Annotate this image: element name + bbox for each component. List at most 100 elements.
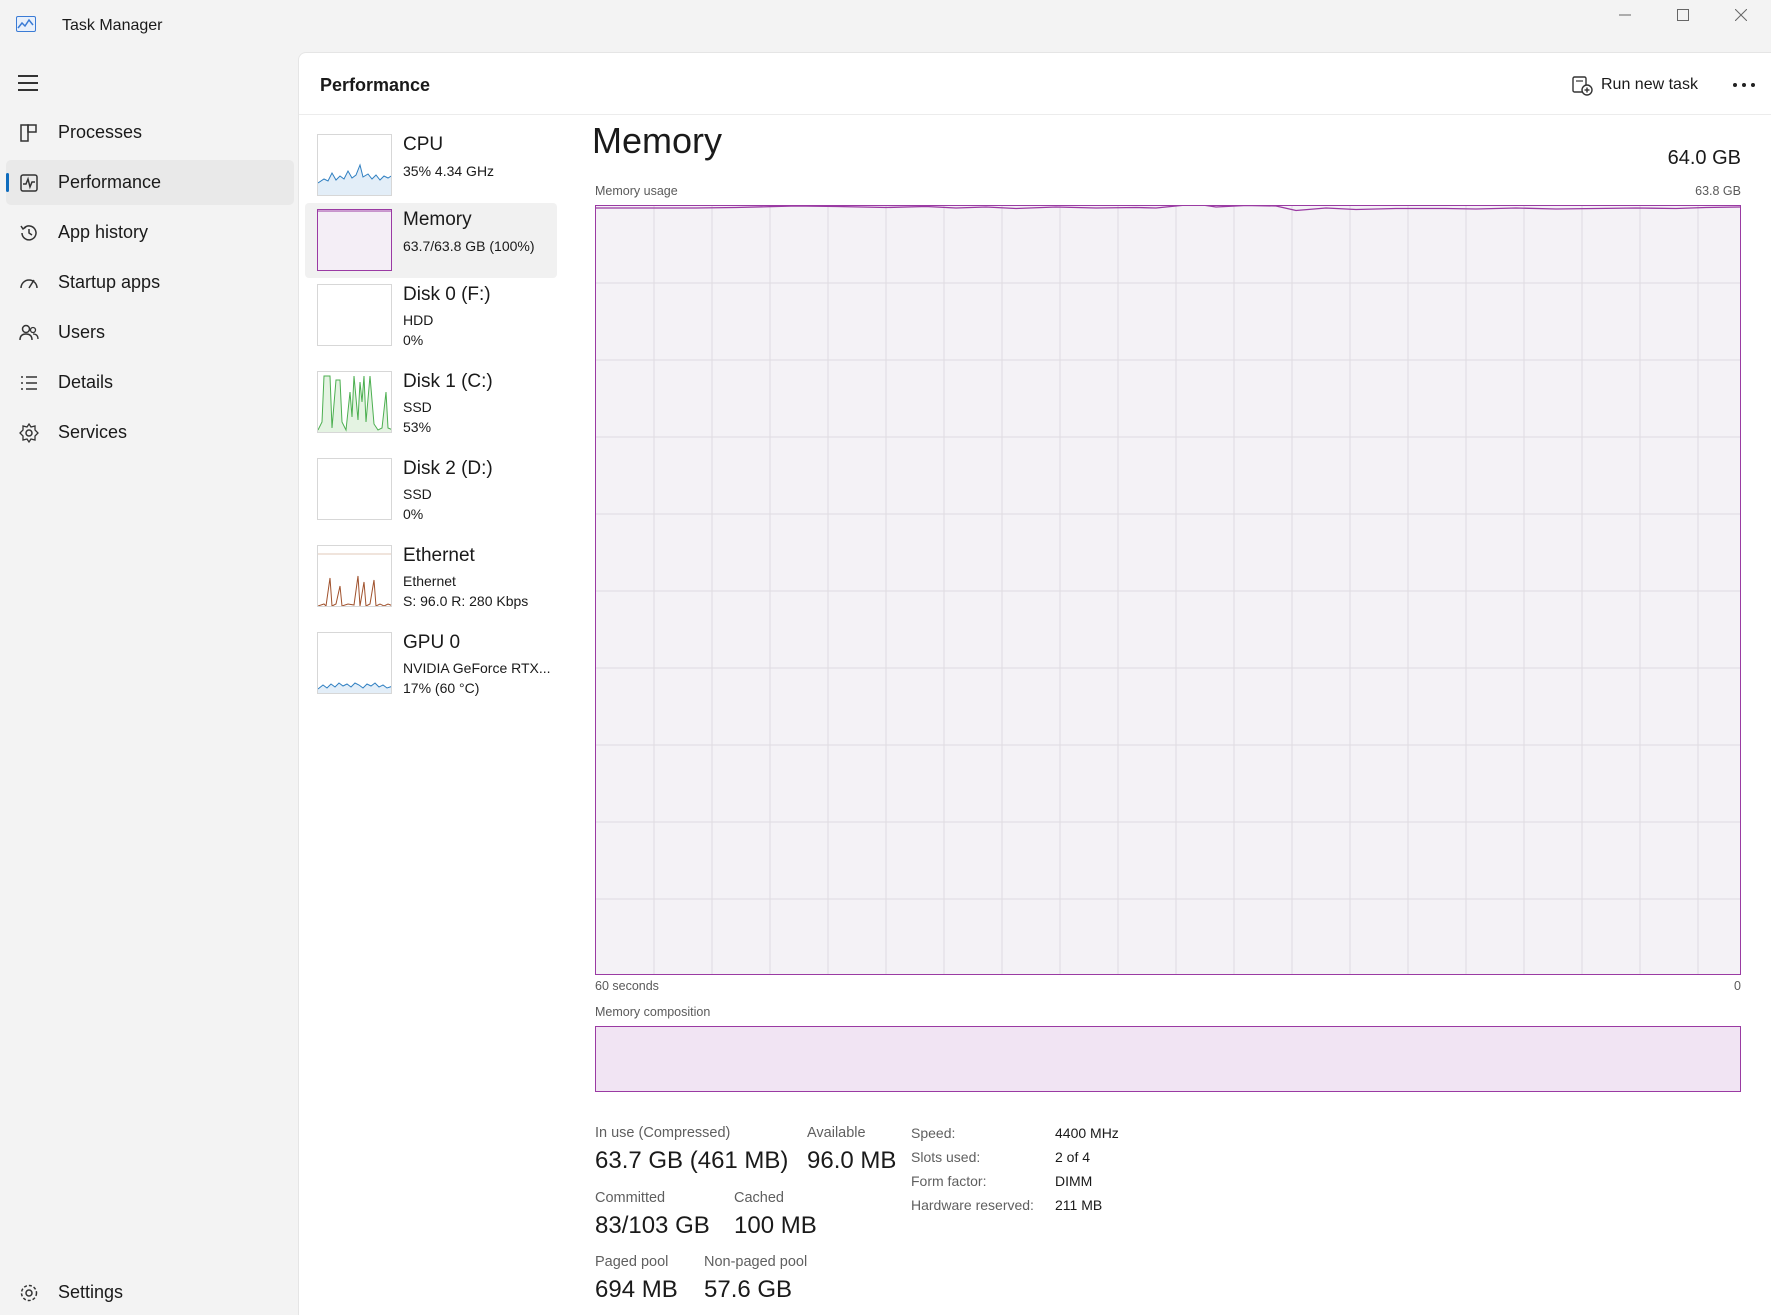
device-memory[interactable]: Memory 63.7/63.8 GB (100%) — [305, 203, 557, 278]
device-name: Disk 1 (C:) — [403, 371, 493, 392]
cached-value: 100 MB — [734, 1212, 817, 1239]
title-bar: Task Manager — [0, 0, 1771, 52]
device-type: SSD — [403, 486, 432, 502]
device-ethernet[interactable]: Ethernet Ethernet S: 96.0 R: 280 Kbps — [305, 539, 557, 614]
users-icon — [19, 324, 39, 341]
memory-thumbnail-graph — [317, 209, 392, 271]
processes-icon — [20, 124, 37, 142]
gpu-0-thumbnail-graph — [317, 632, 392, 694]
device-name: Disk 0 (F:) — [403, 284, 491, 305]
device-detail: 35% 4.34 GHz — [403, 163, 495, 179]
close-button[interactable] — [1712, 0, 1770, 30]
run-new-task-button[interactable]: Run new task — [1571, 70, 1698, 100]
cpu-thumbnail-graph — [317, 134, 392, 196]
startup-apps-icon — [20, 279, 38, 289]
device-name: Ethernet — [403, 545, 475, 566]
paged-pool-label: Paged pool — [595, 1254, 669, 1270]
in-use-label: In use (Compressed) — [595, 1125, 731, 1141]
device-detail: 63.7/63.8 GB (100%) — [403, 238, 535, 254]
device-usage: 53% — [403, 419, 432, 435]
device-model: NVIDIA GeForce RTX... — [403, 660, 551, 676]
ethernet-thumbnail-graph — [317, 545, 392, 607]
nav-label: App history — [58, 222, 149, 242]
nav-label: Settings — [58, 1282, 124, 1302]
nav-label: Performance — [58, 172, 162, 192]
memory-usage-max: 63.8 GB — [1695, 184, 1741, 198]
cached-label: Cached — [734, 1190, 784, 1206]
device-name: Memory — [403, 209, 472, 230]
more-options-button[interactable] — [1729, 70, 1759, 100]
nav-item-performance[interactable]: Performance — [6, 160, 294, 205]
device-usage: 17% (60 °C) — [403, 680, 480, 696]
memory-composition-bar — [595, 1026, 1741, 1092]
app-title: Task Manager — [62, 17, 163, 34]
nav-label: Details — [58, 372, 114, 392]
maximize-button[interactable] — [1654, 0, 1712, 30]
maximize-icon — [1677, 9, 1689, 21]
nav-label: Users — [58, 322, 106, 342]
time-axis-start: 60 seconds — [595, 979, 659, 993]
navigation-pane: Processes Performance App history Startu… — [0, 52, 298, 1315]
slots-used-value: 2 of 4 — [1055, 1149, 1091, 1165]
page-title: Performance — [320, 75, 431, 95]
paged-pool-value: 694 MB — [595, 1276, 678, 1303]
performance-icon — [20, 174, 38, 192]
nav-item-settings[interactable]: Settings — [6, 1270, 294, 1315]
slots-used-label: Slots used: — [911, 1149, 981, 1165]
device-type: HDD — [403, 312, 434, 328]
nav-item-services[interactable]: Services — [6, 410, 294, 455]
nav-item-app-history[interactable]: App history — [6, 210, 294, 255]
speed-label: Speed: — [911, 1125, 956, 1141]
device-disk-2[interactable]: Disk 2 (D:) SSD 0% — [305, 452, 557, 527]
minimize-icon — [1619, 14, 1631, 16]
nav-item-processes[interactable]: Processes — [6, 110, 294, 155]
device-disk-0[interactable]: Disk 0 (F:) HDD 0% — [305, 278, 557, 353]
nav-label: Processes — [58, 122, 143, 142]
app-history-icon — [20, 225, 37, 241]
nav-label: Services — [58, 422, 128, 442]
hamburger-menu-icon[interactable] — [18, 75, 38, 91]
memory-usage-graph — [595, 203, 1741, 975]
memory-total: 64.0 GB — [1667, 147, 1741, 169]
run-new-task-label: Run new task — [1601, 76, 1698, 93]
device-throughput: S: 96.0 R: 280 Kbps — [403, 593, 529, 609]
committed-label: Committed — [595, 1190, 666, 1206]
nav-item-startup-apps[interactable]: Startup apps — [6, 260, 294, 305]
nav-item-users[interactable]: Users — [6, 310, 294, 355]
time-axis-end: 0 — [1734, 979, 1741, 993]
device-cpu[interactable]: CPU 35% 4.34 GHz — [305, 128, 557, 203]
run-new-task-icon — [1572, 76, 1593, 96]
committed-value: 83/103 GB — [595, 1212, 710, 1239]
gear-icon — [20, 1284, 38, 1302]
device-name: Disk 2 (D:) — [403, 458, 493, 479]
available-label: Available — [807, 1125, 866, 1141]
speed-value: 4400 MHz — [1055, 1125, 1119, 1141]
memory-title: Memory — [592, 120, 723, 161]
minimize-button[interactable] — [1596, 0, 1654, 30]
available-value: 96.0 MB — [807, 1147, 897, 1174]
details-icon — [21, 376, 37, 390]
in-use-value: 63.7 GB (461 MB) — [595, 1147, 789, 1174]
disk-1-thumbnail-graph — [317, 371, 392, 433]
device-type: Ethernet — [403, 573, 456, 589]
non-paged-pool-value: 57.6 GB — [704, 1276, 793, 1303]
form-factor-value: DIMM — [1055, 1173, 1093, 1189]
services-icon — [19, 422, 39, 444]
disk-0-thumbnail-graph — [317, 284, 392, 346]
page-header: Performance Run new task — [299, 53, 1771, 115]
hardware-reserved-value: 211 MB — [1055, 1197, 1103, 1213]
performance-page: Performance Run new task CPU 35% 4.34 GH… — [298, 52, 1771, 1315]
disk-2-thumbnail-graph — [317, 458, 392, 520]
memory-composition-label: Memory composition — [595, 1005, 711, 1019]
device-type: SSD — [403, 399, 432, 415]
device-usage: 0% — [403, 332, 424, 348]
form-factor-label: Form factor: — [911, 1173, 987, 1189]
device-disk-1[interactable]: Disk 1 (C:) SSD 53% — [305, 365, 557, 440]
device-gpu-0[interactable]: GPU 0 NVIDIA GeForce RTX... 17% (60 °C) — [305, 626, 557, 701]
memory-usage-label: Memory usage — [595, 184, 678, 198]
non-paged-pool-label: Non-paged pool — [704, 1254, 808, 1270]
device-name: GPU 0 — [403, 632, 461, 653]
device-usage: 0% — [403, 506, 424, 522]
nav-item-details[interactable]: Details — [6, 360, 294, 405]
device-name: CPU — [403, 134, 444, 155]
